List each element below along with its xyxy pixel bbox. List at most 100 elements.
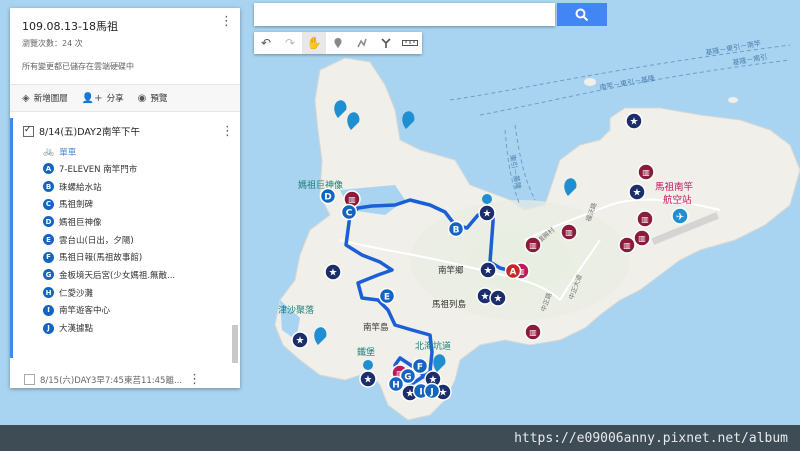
list-item[interactable]: B 珠螺給水站 [43,178,175,196]
list-item[interactable]: D 媽祖巨神像 [43,213,175,231]
preview-label: 預覽 [150,94,168,104]
shop-marker[interactable]: ▥ [633,229,651,247]
list-item[interactable]: I 南竿遊客中心 [43,302,175,320]
search-input[interactable] [254,3,555,26]
layer-day3: 8/15(六)DAY3早7:45東莒11:45離... ⋮ [24,372,201,387]
shop-marker[interactable]: ▥ [524,323,542,341]
add-person-icon: 👤+ [81,92,103,104]
redo-icon[interactable]: ↷ [278,32,302,54]
svg-text:★: ★ [484,266,493,277]
islet [584,78,596,86]
islet [728,97,738,103]
layer-options-icon[interactable]: ⋮ [188,372,201,387]
marker-c[interactable]: C [340,203,358,221]
add-layer-button[interactable]: ◈ 新增圖層 [22,92,68,105]
shop-marker[interactable]: ▥ [524,236,542,254]
marker-icon[interactable] [326,32,350,54]
svg-text:▥: ▥ [623,241,631,250]
layer-style[interactable]: 🚲 單車 [43,146,76,158]
airport-icon[interactable]: ✈ [671,207,689,225]
svg-text:▥: ▥ [642,168,650,177]
svg-text:▥: ▥ [529,328,537,337]
svg-text:★: ★ [481,292,490,303]
svg-text:★: ★ [483,209,492,220]
star-marker[interactable]: ★ [479,261,497,279]
list-item[interactable]: G 金板境天后宮(少女媽祖.無敵... [43,266,175,284]
list-item[interactable]: F 馬祖日報(馬祖故事館) [43,248,175,266]
shop-marker[interactable]: ▥ [560,223,578,241]
item-label: 雲台山(日出，夕陽) [59,235,134,246]
list-item[interactable]: E 雲台山(日出，夕陽) [43,231,175,249]
layer-title-text[interactable]: 8/14(五)DAY2南竿下午 [39,124,140,138]
svg-text:★: ★ [494,294,503,305]
bicycle-icon: 🚲 [43,147,55,157]
item-label: 7-ELEVEN 南竿門市 [59,164,138,175]
label-airport-line2: 航空站 [663,194,692,206]
list-item[interactable]: J 大漢據點 [43,319,175,337]
label-mazu-statue: 媽祖巨神像 [298,179,343,191]
star-marker[interactable]: ★ [489,289,507,307]
panel-scrollbar[interactable] [232,325,238,363]
add-layer-label: 新增圖層 [33,94,68,104]
svg-text:D: D [324,193,331,203]
svg-text:I: I [419,388,422,398]
list-item[interactable]: A 7-ELEVEN 南竿門市 [43,160,175,178]
marker-h[interactable]: H [387,375,405,393]
marker-f[interactable]: F [411,357,429,375]
svg-text:G: G [404,373,411,383]
directions-icon[interactable] [374,32,398,54]
svg-text:★: ★ [329,268,338,279]
label-mazu-islands: 馬祖列島 [432,299,467,310]
marker-d[interactable]: D [319,187,337,205]
layer-visibility-checkbox[interactable] [23,125,34,137]
panel-actions: ◈ 新增圖層 👤+ 分享 ◉ 預覽 [10,84,240,112]
marker-b[interactable]: B [447,220,465,238]
item-label: 金板境天后宮(少女媽祖.無敵... [59,270,176,281]
marker-e[interactable]: E [378,287,396,305]
shop-marker[interactable]: ▥ [637,163,655,181]
item-label: 馬祖日報(馬祖故事館) [59,253,143,264]
star-marker[interactable]: ★ [625,112,643,130]
marker-a[interactable]: A [504,262,522,280]
more-options-icon[interactable]: ⋮ [220,14,233,29]
svg-text:★: ★ [633,188,642,199]
shop-marker[interactable]: ▥ [636,210,654,228]
item-label: 南竿遊客中心 [59,306,111,317]
view-count: 瀏覽次數：24 次 [22,39,83,48]
star-marker[interactable]: ★ [478,204,496,222]
place-pin-icon[interactable] [482,194,492,204]
list-item[interactable]: C 馬祖劍碑 [43,195,175,213]
eye-icon: ◉ [137,92,147,104]
share-button[interactable]: 👤+ 分享 [81,92,124,105]
hand-icon[interactable]: ✋ [302,32,326,54]
svg-text:★: ★ [296,336,305,347]
shop-marker[interactable]: ▥ [618,236,636,254]
preview-button[interactable]: ◉ 預覽 [137,92,168,105]
svg-text:★: ★ [364,375,373,386]
svg-text:H: H [392,381,400,391]
layer-day2: 8/14(五)DAY2南竿下午 ⋮ 🚲 單車 A 7-ELEVEN 南竿門市 B珠… [10,118,243,358]
label-nangan-island: 南竿島 [363,322,389,333]
star-marker[interactable]: ★ [324,263,342,281]
layer-title-text[interactable]: 8/15(六)DAY3早7:45東莒11:45離... [40,374,182,386]
ruler-icon[interactable] [398,32,422,54]
item-badge: J [43,322,54,334]
layer-visibility-checkbox[interactable] [24,374,35,385]
list-item[interactable]: H 仁愛沙灘 [43,284,175,302]
watermark-footer: https://e09006anny.pixnet.net/album [0,425,800,451]
item-badge: A [43,163,54,175]
star-marker[interactable]: ★ [291,331,309,349]
layer-options-icon[interactable]: ⋮ [221,124,234,139]
svg-text:F: F [417,363,423,373]
map-title[interactable]: 109.08.13-18馬祖 [22,18,230,34]
place-pin-icon[interactable] [402,111,415,129]
star-marker[interactable]: ★ [359,370,377,388]
star-marker[interactable]: ★ [628,183,646,201]
place-pin-icon[interactable] [363,360,373,370]
marker-j[interactable]: J [423,382,441,400]
undo-icon[interactable]: ↶ [254,32,278,54]
search-button[interactable] [557,3,607,26]
line-icon[interactable] [350,32,374,54]
layer-title: 8/14(五)DAY2南竿下午 [23,124,140,138]
item-label: 大漢據點 [59,324,94,335]
